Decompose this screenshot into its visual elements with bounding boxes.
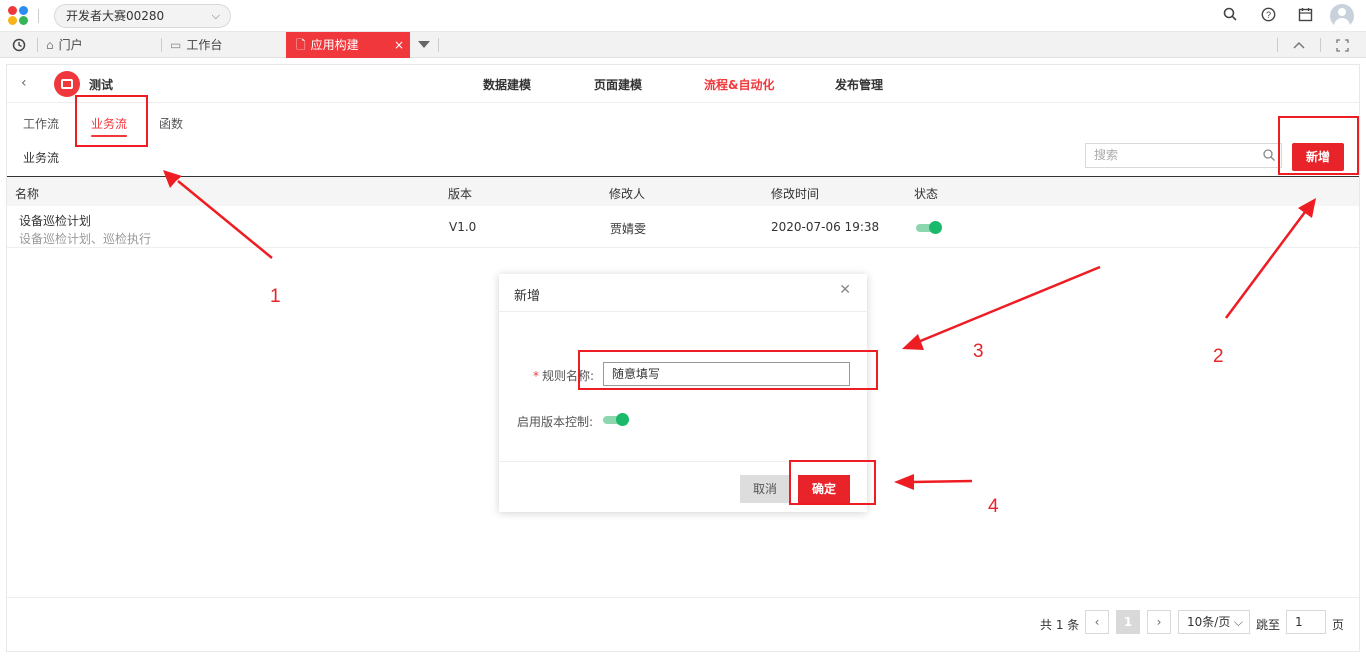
- organization-name: 开发者大赛00280: [66, 9, 165, 23]
- highlight-box: [75, 95, 148, 147]
- close-icon[interactable]: ✕: [839, 282, 851, 298]
- pagination: 共 1 条 ‹ 1 › 10条/页 ⌵ 跳至 1 页: [7, 597, 1359, 651]
- annotation-number: 1: [270, 286, 281, 307]
- total-count: 共 1 条: [1040, 618, 1080, 632]
- divider: [438, 38, 439, 52]
- column-header: 修改人: [609, 187, 646, 201]
- row-name: 设备巡检计划: [19, 214, 92, 228]
- section-title: 业务流: [23, 151, 60, 165]
- nav-page-modeling[interactable]: 页面建模: [594, 76, 642, 93]
- annotation-number: 4: [988, 496, 999, 517]
- tab-label: 工作台: [186, 38, 223, 52]
- tab-strip: ⌂ 门户 ▭ 工作台 🗋 应用构建 ×: [0, 32, 1366, 58]
- page-unit: 页: [1332, 618, 1345, 632]
- row-description: 设备巡检计划、巡检执行: [19, 232, 152, 246]
- goto-label: 跳至: [1256, 618, 1281, 632]
- chevron-down-icon: ⌵: [211, 9, 220, 22]
- top-bar: 开发者大赛00280 ⌵ ?: [0, 0, 1366, 32]
- goto-page-input[interactable]: 1: [1286, 610, 1326, 634]
- app-header: ‹ 测试 数据建模 页面建模 流程&自动化 发布管理: [7, 65, 1359, 103]
- subtab-workflow[interactable]: 工作流: [23, 115, 59, 132]
- divider: [38, 9, 39, 23]
- tab-dropdown-icon[interactable]: [418, 32, 430, 58]
- status-toggle[interactable]: [916, 221, 942, 234]
- table-row[interactable]: 设备巡检计划 设备巡检计划、巡检执行 V1.0 贾婧雯 2020-07-06 1…: [7, 206, 1359, 248]
- close-icon[interactable]: ×: [394, 32, 404, 58]
- page-size-select[interactable]: 10条/页 ⌵: [1178, 610, 1250, 634]
- annotation-number: 2: [1213, 346, 1224, 367]
- highlight-box: [789, 460, 876, 505]
- app-logo[interactable]: [8, 6, 30, 26]
- tab-label: 门户: [58, 38, 83, 52]
- avatar[interactable]: [1330, 4, 1354, 28]
- column-header: 修改时间: [771, 187, 820, 201]
- search-icon[interactable]: [1221, 7, 1239, 25]
- highlight-box: [1278, 116, 1359, 175]
- required-mark: *: [533, 369, 539, 383]
- monitor-icon: ▭: [170, 38, 182, 52]
- divider: [161, 38, 162, 52]
- calendar-icon[interactable]: [1296, 7, 1314, 25]
- home-icon: ⌂: [46, 38, 54, 52]
- annotation-number: 3: [973, 341, 984, 362]
- row-modified-time: 2020-07-06 19:38: [771, 220, 880, 234]
- highlight-box: [578, 350, 878, 390]
- search-icon[interactable]: [1263, 144, 1275, 169]
- organization-select[interactable]: 开发者大赛00280 ⌵: [54, 4, 231, 28]
- fullscreen-icon[interactable]: [1336, 32, 1349, 58]
- tab-workbench[interactable]: ▭ 工作台: [170, 32, 280, 58]
- search-placeholder: 搜索: [1094, 148, 1119, 162]
- collapse-icon[interactable]: [1293, 32, 1305, 58]
- version-control-toggle[interactable]: [603, 413, 629, 426]
- row-modifier: 贾婧雯: [610, 222, 647, 236]
- divider: [1277, 38, 1278, 52]
- dialog-header: 新增 ✕: [499, 274, 867, 312]
- page-size-value: 10条/页: [1187, 615, 1231, 629]
- tab-app-build[interactable]: 🗋 应用构建 ×: [286, 32, 410, 58]
- cancel-button[interactable]: 取消: [740, 475, 790, 503]
- search-input[interactable]: 搜索: [1085, 143, 1282, 168]
- prev-page-button[interactable]: ‹: [1085, 610, 1109, 634]
- nav-data-modeling[interactable]: 数据建模: [483, 76, 531, 93]
- divider: [1320, 38, 1321, 52]
- subtab-functions[interactable]: 函数: [159, 115, 183, 132]
- help-icon[interactable]: ?: [1259, 7, 1277, 25]
- column-header: 名称: [15, 187, 40, 201]
- tab-portal[interactable]: ⌂ 门户: [46, 32, 158, 58]
- row-version: V1.0: [449, 220, 477, 234]
- divider: [37, 38, 38, 52]
- dialog-title: 新增: [514, 289, 541, 304]
- column-header: 状态: [914, 187, 939, 201]
- history-icon[interactable]: [12, 32, 26, 58]
- chevron-down-icon: ⌵: [1233, 615, 1243, 629]
- nav-process-automation[interactable]: 流程&自动化: [704, 76, 774, 93]
- tab-label: 应用构建: [310, 38, 359, 52]
- column-header: 版本: [448, 187, 473, 201]
- version-control-label: 启用版本控制:: [517, 415, 594, 429]
- app-name: 测试: [89, 78, 114, 92]
- svg-text:?: ?: [1265, 10, 1270, 20]
- app-icon: [54, 71, 80, 97]
- document-icon: 🗋: [296, 38, 306, 52]
- back-icon[interactable]: ‹: [21, 75, 27, 91]
- table-header: 名称 版本 修改人 修改时间 状态: [7, 176, 1359, 206]
- page-number[interactable]: 1: [1116, 610, 1140, 634]
- nav-publish-management[interactable]: 发布管理: [835, 76, 883, 93]
- next-page-button[interactable]: ›: [1147, 610, 1171, 634]
